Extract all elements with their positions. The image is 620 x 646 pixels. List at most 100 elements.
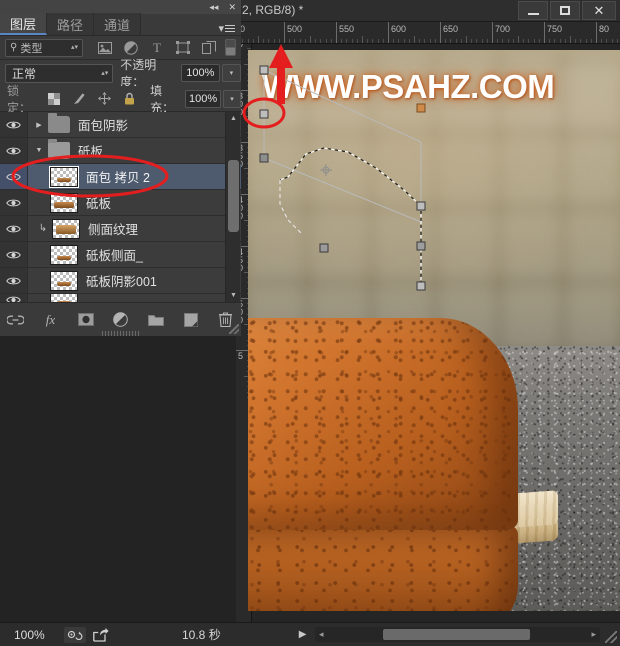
layer-row[interactable]: ↳ 侧面纹理 (0, 216, 241, 242)
new-group-icon[interactable] (147, 311, 165, 329)
layer-visibility-toggle[interactable] (0, 216, 28, 241)
layer-visibility-toggle[interactable] (0, 294, 28, 302)
layer-row[interactable]: 砥板 (0, 190, 241, 216)
layer-name: 侧面纹理 (88, 223, 139, 237)
bread-loaf-lower (248, 524, 518, 611)
ruler-minor-tick (460, 39, 462, 43)
layer-visibility-toggle[interactable] (0, 138, 28, 163)
panel-resize-grip[interactable] (229, 324, 239, 334)
ruler-minor-tick (414, 36, 415, 43)
layer-row[interactable]: 砥板阴影001 (0, 268, 241, 294)
ruler-minor-tick (606, 39, 608, 43)
new-adjustment-layer-icon[interactable] (112, 311, 130, 329)
filter-type-icons: T (97, 40, 217, 56)
ruler-minor-tick (403, 39, 405, 43)
opacity-slider-caret[interactable]: ▾ (221, 64, 241, 82)
filter-enable-toggle[interactable] (225, 39, 236, 56)
status-popup-arrow[interactable]: ▶ (299, 629, 307, 640)
doc-settings-icon[interactable] (64, 626, 86, 643)
layer-thumbnail-content (56, 281, 72, 286)
layer-thumbnail[interactable] (50, 192, 78, 213)
artboard[interactable]: WWW.PSAHZ.COM (248, 50, 620, 611)
close-button[interactable]: ✕ (582, 1, 616, 20)
group-expander-icon[interactable]: ▶ (32, 121, 46, 129)
scroll-right-icon[interactable]: ▸ (587, 629, 600, 640)
layer-visibility-toggle[interactable] (0, 268, 28, 293)
ruler-minor-tick (304, 39, 306, 43)
tab-layers[interactable]: 图层 (0, 13, 48, 35)
layer-row[interactable]: ▶ 面包阴影 (0, 112, 241, 138)
ruler-minor-tick (310, 36, 311, 43)
layer-thumbnail[interactable] (52, 218, 80, 239)
photoshop-window: 2, RGB/8) * ✕ 5050055060065070075080 030… (0, 0, 620, 646)
minimize-button[interactable] (518, 1, 548, 20)
layer-thumbnail[interactable] (50, 244, 78, 265)
ruler-minor-tick (450, 39, 452, 43)
panel-drag-grip[interactable] (101, 331, 140, 336)
layer-list-scrollbar[interactable]: ▲ ▼ (225, 112, 240, 302)
ruler-minor-tick (429, 39, 431, 43)
canvas-area[interactable]: 03003504004505005 WWW.PSAHZ.COM (236, 44, 620, 622)
horizontal-scrollbar-thumb[interactable] (382, 629, 530, 640)
layer-row-selected[interactable]: 面包 拷贝 2 (0, 164, 241, 190)
group-expander-icon[interactable]: ▼ (32, 147, 46, 154)
layer-list[interactable]: ▶ 面包阴影 ▼ 砥板 面包 拷贝 2 砥板 ↳ 侧面纹理 砥板侧面_ 砥板阴影… (0, 112, 241, 302)
scroll-left-icon[interactable]: ◂ (315, 629, 328, 640)
link-layers-icon[interactable] (7, 311, 25, 329)
shape-filter-icon[interactable] (175, 40, 191, 56)
folder-icon (48, 113, 70, 133)
maximize-button[interactable] (550, 1, 580, 20)
image-filter-icon[interactable] (97, 40, 113, 56)
ruler-minor-tick (372, 39, 374, 43)
layer-visibility-toggle[interactable] (0, 242, 28, 267)
horizontal-ruler[interactable]: 5050055060065070075080 (236, 22, 620, 44)
close-panel-icon[interactable]: ✕ (223, 0, 241, 14)
share-icon[interactable] (92, 627, 110, 643)
tab-channels[interactable]: 通道 (94, 13, 142, 35)
type-filter-icon[interactable]: T (149, 40, 165, 56)
new-layer-icon[interactable] (182, 311, 200, 329)
ruler-minor-tick (330, 39, 332, 43)
layer-thumbnail[interactable] (50, 294, 78, 302)
layer-thumbnail[interactable] (50, 270, 78, 291)
fill-input[interactable]: 100% (185, 89, 221, 108)
collapse-panel-icon[interactable]: ◂◂ (204, 0, 223, 14)
panel-tab-strip: 图层 路径 通道 ▾ (0, 13, 241, 36)
ruler-minor-tick (466, 36, 467, 43)
blend-mode-select[interactable]: 正常 ▴▾ (5, 63, 114, 83)
scroll-down-icon[interactable]: ▼ (226, 289, 241, 302)
layer-name: 砥板阴影001 (86, 275, 157, 289)
layer-visibility-toggle[interactable] (0, 164, 28, 189)
scrollbar-thumb[interactable] (228, 160, 239, 232)
horizontal-scrollbar[interactable]: ◂ ▸ (315, 627, 600, 642)
layer-row[interactable]: 砥板侧面_ (0, 242, 241, 268)
layer-visibility-toggle[interactable] (0, 112, 28, 137)
lock-position-icon[interactable] (97, 92, 111, 106)
fill-slider-caret[interactable]: ▾ (222, 89, 241, 108)
lock-all-icon[interactable] (122, 92, 136, 106)
zoom-level-input[interactable]: 100% (14, 628, 60, 642)
smart-object-filter-icon[interactable] (201, 40, 217, 56)
lock-image-pixels-icon[interactable] (72, 92, 86, 106)
add-layer-mask-icon[interactable] (77, 311, 95, 329)
ruler-minor-tick (294, 39, 296, 43)
opacity-input[interactable]: 100% (181, 64, 220, 82)
layer-style-fx-icon[interactable]: fx (42, 311, 60, 329)
scroll-up-icon[interactable]: ▲ (226, 112, 241, 125)
filter-kind-select[interactable]: ⚲ 类型 ▴▾ (5, 38, 83, 57)
tab-paths[interactable]: 路径 (47, 13, 95, 35)
lock-transparent-pixels-icon[interactable] (47, 92, 61, 106)
layer-thumbnail[interactable] (49, 165, 79, 188)
window-resize-grip[interactable] (605, 631, 617, 643)
layer-row[interactable]: ▼ 砥板 (0, 138, 241, 164)
ruler-minor-tick (258, 36, 259, 43)
eye-icon (6, 147, 21, 154)
ruler-minor-tick (554, 39, 556, 43)
bread-crust-texture (248, 318, 518, 530)
ruler-minor-tick (559, 39, 561, 43)
panel-menu-button[interactable]: ▾ (218, 22, 235, 35)
layer-visibility-toggle[interactable] (0, 190, 28, 215)
layer-row-partial[interactable] (0, 294, 241, 302)
ruler-minor-tick (419, 39, 421, 43)
adjustment-filter-icon[interactable] (123, 40, 139, 56)
